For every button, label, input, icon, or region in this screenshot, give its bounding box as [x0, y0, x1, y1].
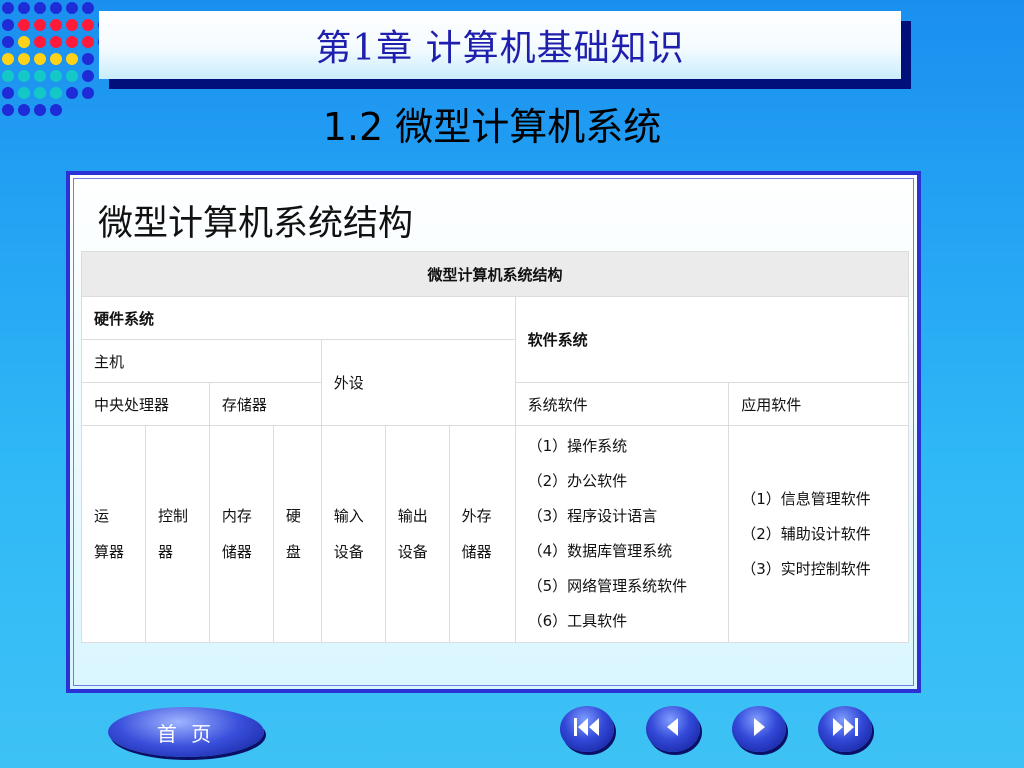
decorative-dot — [82, 2, 94, 14]
next-page-button[interactable] — [732, 706, 786, 752]
home-button-label: 首 页 — [156, 721, 216, 746]
decorative-dot — [82, 19, 94, 31]
decorative-dot — [2, 53, 14, 65]
input-line-1: 输入 — [333, 507, 364, 525]
decorative-dot — [66, 19, 78, 31]
cpu-cell: 中央处理器 — [81, 382, 210, 426]
alu-cell: 运 算器 — [81, 425, 146, 643]
hdd-cell: 硬 盘 — [272, 425, 322, 643]
decorative-dot — [34, 36, 46, 48]
host-cell: 主机 — [81, 339, 322, 383]
decorative-dot — [82, 36, 94, 48]
memory-cell: 内存 储器 — [208, 425, 274, 643]
home-button[interactable]: 首 页 — [108, 707, 264, 757]
alu-line-1: 运 — [94, 507, 110, 525]
list-item: （1）信息管理软件 — [741, 489, 871, 508]
section-title: 1.2 微型计算机系统 — [0, 96, 1024, 151]
structure-table: 微型计算机系统结构 硬件系统 软件系统 主机 外设 中央处理器 存储器 系统软件… — [81, 251, 910, 643]
decorative-dot — [82, 70, 94, 82]
input-device-cell: 输入 设备 — [320, 425, 386, 643]
memory-line-1: 内存 — [221, 507, 252, 525]
external-storage-line-1: 外存 — [461, 507, 492, 525]
decorative-dot — [34, 53, 46, 65]
decorative-dot — [2, 19, 14, 31]
decorative-dot — [18, 2, 30, 14]
decorative-dot — [18, 19, 30, 31]
controller-cell: 控制 器 — [144, 425, 210, 643]
previous-page-icon — [662, 716, 684, 742]
decorative-dot — [2, 36, 14, 48]
decorative-dot — [50, 53, 62, 65]
decorative-dot — [34, 19, 46, 31]
list-item: （1）操作系统 — [527, 437, 628, 455]
controller-line-1: 控制 — [157, 507, 188, 525]
output-line-2: 设备 — [397, 543, 428, 561]
decorative-dot — [50, 19, 62, 31]
list-item: （6）工具软件 — [527, 612, 628, 630]
external-storage-line-2: 储器 — [461, 543, 492, 561]
table-caption: 微型计算机系统结构 — [81, 251, 909, 297]
application-software-list: （1）信息管理软件 （2）辅助设计软件 （3）实时控制软件 — [728, 425, 909, 643]
input-line-2: 设备 — [333, 543, 364, 561]
decorative-dot — [2, 70, 14, 82]
decorative-dot — [34, 70, 46, 82]
system-software-cell: 系统软件 — [514, 382, 730, 426]
decorative-dot — [82, 53, 94, 65]
list-item: （3）程序设计语言 — [527, 507, 658, 525]
hdd-line-2: 盘 — [285, 543, 301, 561]
decorative-dot — [18, 70, 30, 82]
alu-line-2: 算器 — [94, 543, 125, 561]
output-device-cell: 输出 设备 — [384, 425, 450, 643]
decorative-dot — [66, 70, 78, 82]
memory-line-2: 储器 — [221, 543, 252, 561]
decorative-dot — [66, 36, 78, 48]
chapter-title: 第1章 计算机基础知识 — [315, 28, 685, 69]
content-panel: 微型计算机系统结构 微型计算机系统结构 硬件系统 软件系统 主机 外设 中央处理… — [66, 171, 921, 693]
controller-line-2: 器 — [157, 543, 173, 561]
application-software-cell: 应用软件 — [728, 382, 909, 426]
hardware-system-cell: 硬件系统 — [81, 296, 516, 340]
decorative-dot — [66, 2, 78, 14]
decorative-dot — [2, 2, 14, 14]
list-item: （4）数据库管理系统 — [527, 542, 673, 560]
software-system-cell: 软件系统 — [514, 296, 910, 383]
first-page-button[interactable] — [560, 706, 614, 752]
decorative-dot — [18, 36, 30, 48]
hdd-line-1: 硬 — [285, 507, 301, 525]
first-page-icon — [572, 716, 602, 742]
last-page-icon — [830, 716, 860, 742]
list-item: （2）辅助设计软件 — [741, 524, 871, 543]
list-item: （2）办公软件 — [527, 472, 628, 490]
decorative-dot — [50, 70, 62, 82]
decorative-dot — [50, 36, 62, 48]
section-title-text: 1.2 微型计算机系统 — [322, 105, 662, 149]
decorative-dot — [50, 2, 62, 14]
last-page-button[interactable] — [818, 706, 872, 752]
list-item: （5）网络管理系统软件 — [527, 577, 688, 595]
peripherals-cell: 外设 — [320, 339, 516, 426]
next-page-icon — [748, 716, 770, 742]
chapter-title-box: 第1章 计算机基础知识 — [99, 11, 901, 79]
external-storage-cell: 外存 储器 — [448, 425, 516, 643]
panel-heading: 微型计算机系统结构 — [98, 204, 414, 244]
decorative-dot — [34, 2, 46, 14]
decorative-dot — [66, 53, 78, 65]
storage-cell: 存储器 — [208, 382, 322, 426]
output-line-1: 输出 — [397, 507, 428, 525]
list-item: （3）实时控制软件 — [741, 559, 871, 578]
system-software-list: （1）操作系统 （2）办公软件 （3）程序设计语言 （4）数据库管理系统 （5）… — [514, 425, 730, 643]
decorative-dot — [18, 53, 30, 65]
previous-page-button[interactable] — [646, 706, 700, 752]
